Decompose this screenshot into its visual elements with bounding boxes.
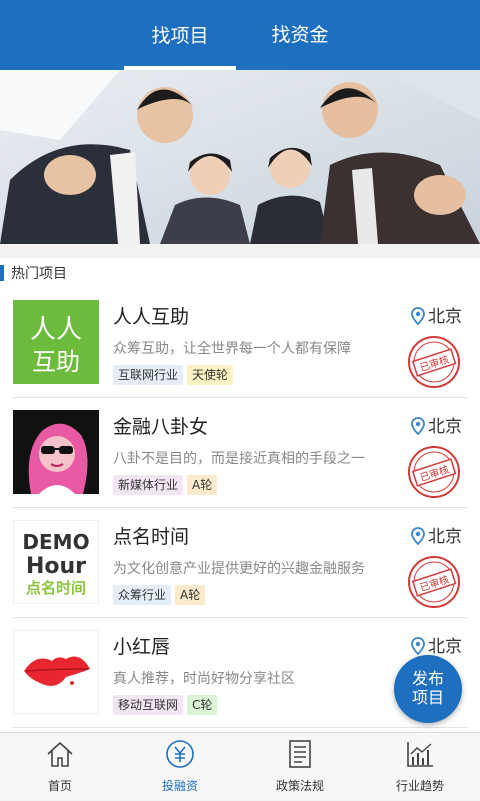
document-icon — [289, 740, 311, 768]
logo-text-3: 点名时间 — [26, 579, 86, 597]
round-tag: A轮 — [175, 585, 206, 605]
project-name: 人人互助 — [113, 306, 190, 328]
project-name: 点名时间 — [113, 526, 190, 548]
project-tags: 移动互联网 C轮 — [113, 694, 221, 715]
tab-find-projects[interactable]: 找项目 — [124, 0, 236, 70]
fab-label-line1: 发布 — [411, 669, 444, 688]
nav-investment[interactable]: 投融资 — [120, 733, 240, 801]
location-pin-icon — [411, 527, 425, 546]
location-text: 北京 — [428, 637, 462, 657]
project-tags: 众筹行业 A轮 — [113, 584, 209, 605]
project-logo: 人人 互助 — [13, 300, 99, 384]
logo-text-2: Hour — [26, 554, 86, 579]
tab-find-funding[interactable]: 找资金 — [244, 0, 356, 70]
section-accent-bar — [0, 265, 4, 281]
publish-project-button[interactable]: 发布 项目 — [394, 655, 462, 723]
location-pin-icon — [411, 637, 425, 656]
fab-label-line2: 项目 — [411, 688, 444, 707]
chart-icon — [407, 742, 433, 767]
approved-stamp-icon: 已审核 — [408, 556, 460, 608]
nav-label: 政策法规 — [275, 779, 324, 793]
project-logo — [13, 630, 99, 714]
project-description: 为文化创意产业提供更好的兴趣金融服务 — [113, 561, 365, 577]
project-location: 北京 — [411, 632, 462, 657]
project-name: 金融八卦女 — [113, 416, 209, 438]
banner-image[interactable] — [0, 70, 480, 244]
top-tab-bar: 找项目 找资金 — [0, 0, 480, 70]
project-item-jinrong-baguanv[interactable]: 金融八卦女 八卦不是目的，而是接近真相的手段之一 新媒体行业 A轮 北京 已审核 — [0, 398, 480, 508]
nav-label: 投融资 — [161, 779, 198, 793]
round-tag: 天使轮 — [187, 365, 234, 385]
project-description: 真人推荐，时尚好物分享社区 — [113, 671, 295, 687]
location-text: 北京 — [428, 307, 462, 327]
bottom-nav-bar: 首页 投融资 政策法规 行业趋势 — [0, 732, 480, 800]
logo-text-2: 互助 — [32, 348, 80, 376]
section-title: 热门项目 — [11, 266, 67, 282]
project-description: 众筹互助，让全世界每一个人都有保障 — [113, 341, 351, 357]
nav-policy[interactable]: 政策法规 — [240, 733, 360, 801]
location-pin-icon — [411, 307, 425, 326]
location-pin-icon — [411, 417, 425, 436]
project-name: 小红唇 — [113, 636, 171, 658]
project-location: 北京 — [411, 522, 462, 547]
yuan-icon — [166, 740, 194, 768]
project-location: 北京 — [411, 412, 462, 437]
approved-stamp-icon: 已审核 — [408, 446, 460, 498]
project-location: 北京 — [411, 302, 462, 327]
logo-text-1: 人人 — [30, 315, 82, 345]
nav-home[interactable]: 首页 — [0, 733, 120, 801]
industry-tag: 互联网行业 — [113, 365, 184, 385]
nav-label: 首页 — [47, 779, 72, 793]
project-logo: DEMO Hour 点名时间 — [13, 520, 99, 604]
location-text: 北京 — [428, 527, 462, 547]
industry-tag: 众筹行业 — [113, 585, 172, 605]
location-text: 北京 — [428, 417, 462, 437]
project-item-dianming-shijian[interactable]: DEMO Hour 点名时间 点名时间 为文化创意产业提供更好的兴趣金融服务 众… — [0, 508, 480, 618]
round-tag: A轮 — [187, 475, 218, 495]
divider — [13, 727, 467, 728]
logo-text-1: DEMO — [22, 530, 89, 554]
approved-stamp-icon: 已审核 — [408, 336, 460, 388]
business-team-photo — [0, 70, 480, 244]
project-logo — [13, 410, 99, 494]
home-icon — [47, 741, 73, 767]
nav-label: 行业趋势 — [395, 779, 444, 793]
industry-tag: 新媒体行业 — [113, 475, 184, 495]
industry-tag: 移动互联网 — [113, 695, 184, 715]
project-description: 八卦不是目的，而是接近真相的手段之一 — [113, 451, 365, 467]
project-item-renren-huzhu[interactable]: 人人 互助 人人互助 众筹互助，让全世界每一个人都有保障 互联网行业 天使轮 北京… — [0, 288, 480, 398]
hot-projects-section-header: 热门项目 — [0, 258, 480, 288]
nav-industry-trends[interactable]: 行业趋势 — [360, 733, 480, 801]
project-tags: 互联网行业 天使轮 — [113, 364, 237, 385]
round-tag: C轮 — [187, 695, 218, 715]
project-tags: 新媒体行业 A轮 — [113, 474, 221, 495]
